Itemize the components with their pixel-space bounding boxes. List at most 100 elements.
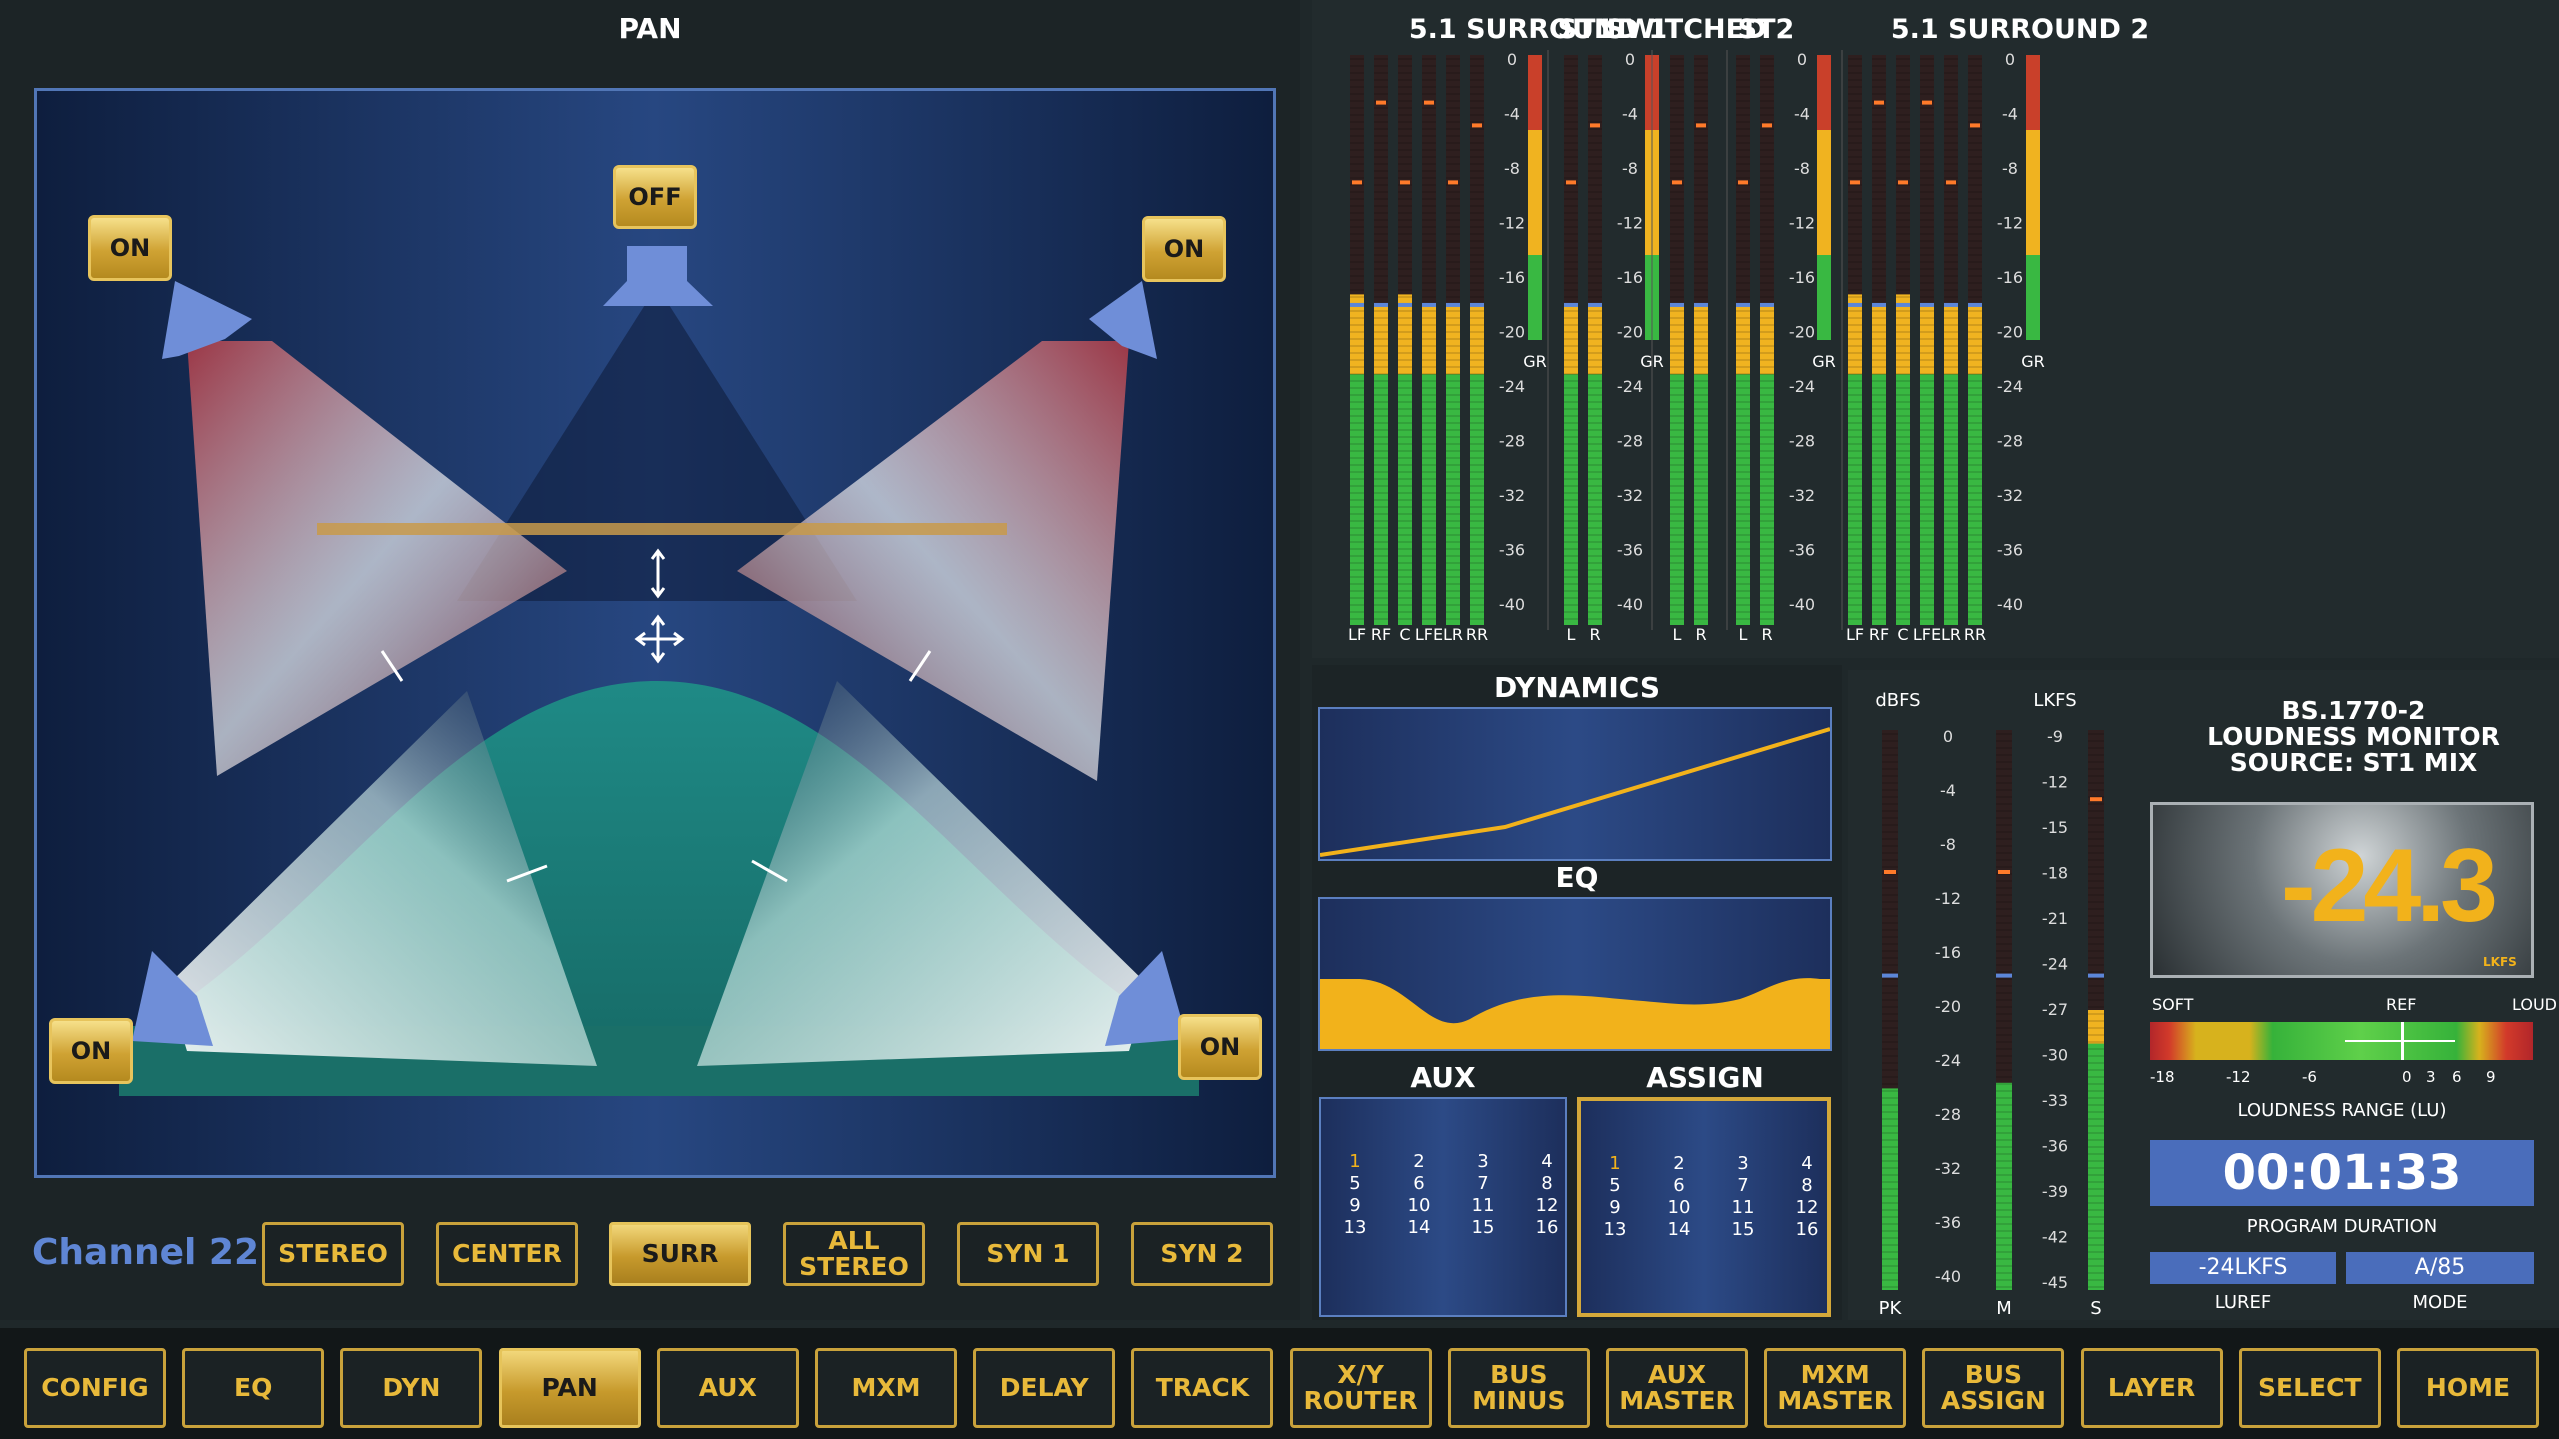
- nav-aux[interactable]: AUX: [656, 1348, 799, 1428]
- aux-number[interactable]: 14: [1399, 1217, 1439, 1238]
- loudness-meter-s: [2088, 730, 2104, 1290]
- range-tick: 6: [2452, 1068, 2462, 1086]
- aux-grid[interactable]: 1 2 3 4 5 6 7 8 9 10 11 12 13 14 15 16: [1319, 1097, 1567, 1317]
- meter-peak-hold: [1696, 123, 1706, 128]
- assign-number[interactable]: 11: [1723, 1197, 1763, 1218]
- assign-number[interactable]: 4: [1787, 1153, 1827, 1174]
- meter-peak-hold: [1672, 180, 1682, 185]
- dynamics-title: DYNAMICS: [1493, 671, 1661, 704]
- meter-scale-label: 0: [2005, 50, 2015, 69]
- nav-mxm-master[interactable]: MXM MASTER: [1764, 1348, 1907, 1428]
- lkfs-scale-label: -24: [2042, 955, 2068, 974]
- pan-mode-center[interactable]: CENTER: [436, 1222, 578, 1286]
- meter-peak-hold: [1850, 180, 1860, 185]
- aux-number[interactable]: 1: [1335, 1151, 1375, 1172]
- aux-number[interactable]: 13: [1335, 1217, 1375, 1238]
- meter-segment: [2088, 1043, 2104, 1290]
- loudness-panel: dBFS LKFS 0 -4 -8 -12 -16 -20 -24 -28 -32 -36 -40 -9 -…: [1848, 670, 2559, 1320]
- meter-scale-label: -32: [1617, 486, 1643, 505]
- meter-scale-label: -12: [1617, 214, 1643, 233]
- nav-select[interactable]: SELECT: [2238, 1348, 2381, 1428]
- pan-mode-syn-1[interactable]: SYN 1: [957, 1222, 1099, 1286]
- speaker-right-rear-toggle[interactable]: ON: [1178, 1014, 1262, 1080]
- meter-scale-label: -40: [1617, 595, 1643, 614]
- assign-number[interactable]: 14: [1659, 1219, 1699, 1240]
- meter-scale-label: -24: [1789, 377, 1815, 396]
- dynamics-graph[interactable]: [1318, 707, 1832, 861]
- pan-visualization: [119, 246, 1199, 1096]
- pan-field[interactable]: [34, 88, 1276, 1178]
- nav-bus-minus[interactable]: BUS MINUS: [1447, 1348, 1590, 1428]
- assign-grid[interactable]: 1 2 3 4 5 6 7 8 9 10 11 12 13 14 15 16: [1577, 1097, 1831, 1317]
- assign-number[interactable]: 16: [1787, 1219, 1827, 1240]
- nav-mxm[interactable]: MXM: [815, 1348, 957, 1428]
- luref-value[interactable]: -24LKFS: [2150, 1252, 2336, 1284]
- meter-ref-marker: [1996, 973, 2012, 978]
- aux-number[interactable]: 6: [1399, 1173, 1439, 1194]
- nav-bus-assign[interactable]: BUS ASSIGN: [1922, 1348, 2065, 1428]
- assign-number[interactable]: 9: [1595, 1197, 1635, 1218]
- assign-number[interactable]: 2: [1659, 1153, 1699, 1174]
- pan-mode-surr[interactable]: SURR: [609, 1222, 751, 1286]
- assign-number[interactable]: 5: [1595, 1175, 1635, 1196]
- nav-config[interactable]: CONFIG: [24, 1348, 166, 1428]
- meter-5-1-surround-1-lr: [1446, 55, 1460, 625]
- nav-track[interactable]: TRACK: [1131, 1348, 1274, 1428]
- aux-number[interactable]: 2: [1399, 1151, 1439, 1172]
- mode-label: MODE: [2412, 1292, 2468, 1313]
- speaker-center-toggle[interactable]: OFF: [613, 165, 697, 229]
- speaker-right-front-toggle[interactable]: ON: [1142, 216, 1226, 282]
- aux-number[interactable]: 16: [1527, 1217, 1567, 1238]
- loudness-meter-m: [1996, 730, 2012, 1290]
- aux-number[interactable]: 11: [1463, 1195, 1503, 1216]
- assign-number[interactable]: 13: [1595, 1219, 1635, 1240]
- loudness-unit: LKFS: [2483, 955, 2517, 969]
- pan-mode-syn-2[interactable]: SYN 2: [1131, 1222, 1273, 1286]
- range-tick: 3: [2426, 1068, 2436, 1086]
- aux-number[interactable]: 12: [1527, 1195, 1567, 1216]
- aux-number[interactable]: 5: [1335, 1173, 1375, 1194]
- assign-number[interactable]: 7: [1723, 1175, 1763, 1196]
- range-loud: LOUD: [2512, 995, 2557, 1014]
- nav-delay[interactable]: DELAY: [973, 1348, 1116, 1428]
- lkfs-label: LKFS: [2033, 690, 2076, 711]
- meter-peak-hold: [1762, 123, 1772, 128]
- nav-eq[interactable]: EQ: [182, 1348, 325, 1428]
- aux-number[interactable]: 15: [1463, 1217, 1503, 1238]
- aux-number[interactable]: 4: [1527, 1151, 1567, 1172]
- gr-label: GR: [2021, 352, 2045, 371]
- meter-channel-label: C: [1897, 625, 1908, 644]
- meter-segment: [1968, 305, 1982, 375]
- assign-number[interactable]: 12: [1787, 1197, 1827, 1218]
- meter-segment: [1374, 305, 1388, 375]
- aux-number[interactable]: 7: [1463, 1173, 1503, 1194]
- assign-number[interactable]: 3: [1723, 1153, 1763, 1174]
- speaker-left-front-toggle[interactable]: ON: [88, 215, 172, 281]
- assign-number[interactable]: 10: [1659, 1197, 1699, 1218]
- nav-pan[interactable]: PAN: [498, 1348, 641, 1428]
- pan-mode-all-stereo[interactable]: ALL STEREO: [783, 1222, 925, 1286]
- speaker-left-rear-toggle[interactable]: ON: [49, 1018, 133, 1084]
- mode-value[interactable]: A/85: [2346, 1252, 2534, 1284]
- eq-graph[interactable]: [1318, 897, 1832, 1051]
- aux-number[interactable]: 9: [1335, 1195, 1375, 1216]
- meter-scale-label: -16: [1789, 268, 1815, 287]
- assign-number[interactable]: 1: [1595, 1153, 1635, 1174]
- aux-number[interactable]: 8: [1527, 1173, 1567, 1194]
- nav-dyn[interactable]: DYN: [340, 1348, 483, 1428]
- pan-mode-stereo[interactable]: STEREO: [262, 1222, 404, 1286]
- assign-number[interactable]: 15: [1723, 1219, 1763, 1240]
- aux-number[interactable]: 3: [1463, 1151, 1503, 1172]
- assign-number[interactable]: 8: [1787, 1175, 1827, 1196]
- aux-number[interactable]: 10: [1399, 1195, 1439, 1216]
- lkfs-scale-label: -27: [2042, 1000, 2068, 1019]
- meter-scale-label: -24: [1617, 377, 1643, 396]
- range-tick: -12: [2226, 1068, 2251, 1086]
- nav-layer[interactable]: LAYER: [2080, 1348, 2223, 1428]
- meters-panel: 5.1 SURROUND 1 LF RF C LFE LR RR 0 -4 -8 -12 -16 -20…: [1312, 0, 2559, 658]
- assign-number[interactable]: 6: [1659, 1175, 1699, 1196]
- meter-5-1-surround-1-rr: [1470, 55, 1484, 625]
- nav-aux-master[interactable]: AUX MASTER: [1606, 1348, 1748, 1428]
- nav-x-y-router[interactable]: X/Y ROUTER: [1289, 1348, 1432, 1428]
- nav-home[interactable]: HOME: [2397, 1348, 2539, 1428]
